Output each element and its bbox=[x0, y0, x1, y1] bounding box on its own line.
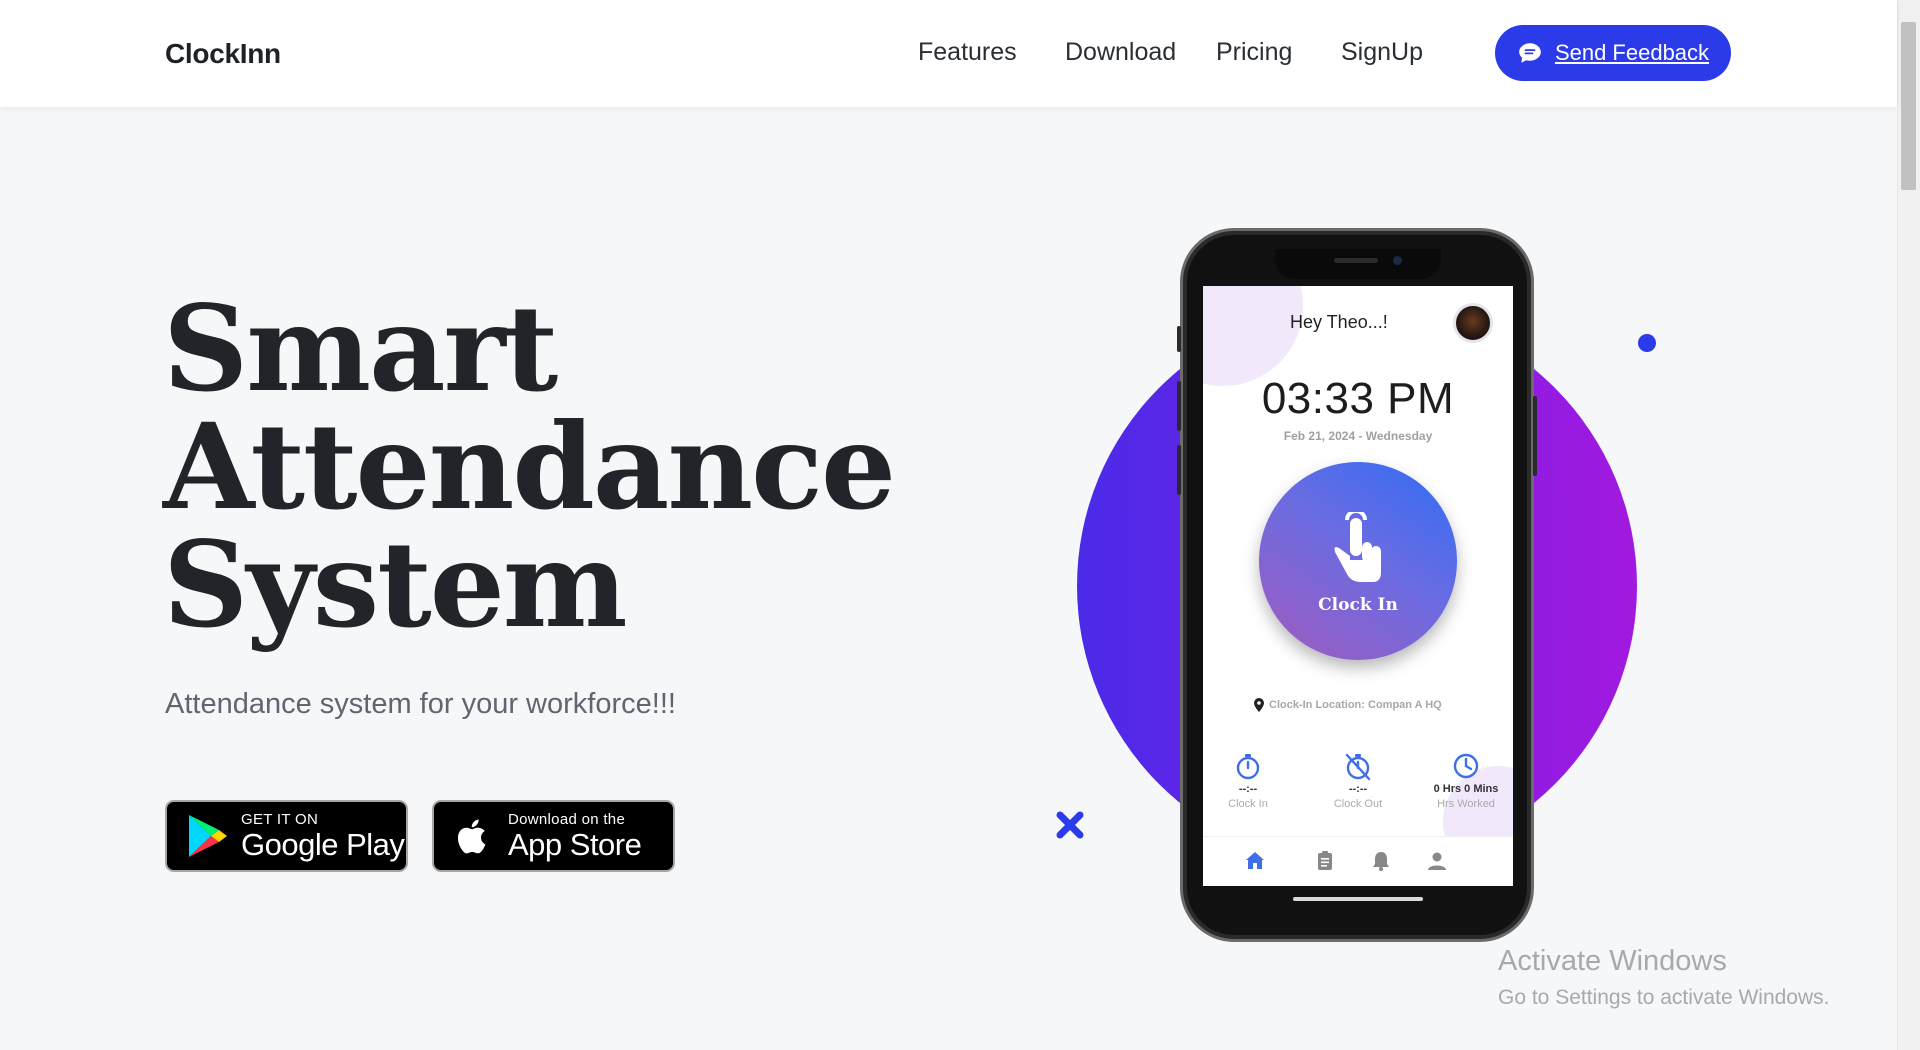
hero-title-line-3: System bbox=[163, 515, 628, 654]
stat-hours-worked-caption: Hrs Worked bbox=[1437, 798, 1495, 810]
clock-icon bbox=[1453, 753, 1479, 779]
nav-link-signup[interactable]: SignUp bbox=[1341, 38, 1423, 67]
phone-mockup: Hey Theo...! 03:33 PM Feb 21, 2024 - Wed… bbox=[1177, 228, 1537, 942]
phone-side-button bbox=[1533, 396, 1537, 476]
decorative-dot bbox=[1638, 334, 1656, 352]
stopwatch-icon bbox=[1236, 754, 1260, 780]
clock-in-location-text: Clock-In Location: Compan A HQ bbox=[1269, 699, 1442, 711]
screen-decor-blob bbox=[1203, 286, 1303, 386]
phone-side-button bbox=[1177, 326, 1181, 352]
app-greeting: Hey Theo...! bbox=[1290, 312, 1388, 332]
hero-subtitle: Attendance system for your workforce!!! bbox=[165, 688, 676, 720]
stat-clock-in: --:-- Clock In bbox=[1203, 751, 1293, 810]
windows-activation-title: Activate Windows bbox=[1498, 945, 1727, 977]
clipboard-icon[interactable] bbox=[1313, 849, 1337, 873]
app-tab-bar bbox=[1203, 836, 1513, 886]
chat-bubble-icon bbox=[1519, 43, 1541, 63]
apple-icon bbox=[457, 819, 486, 854]
stat-hours-worked-value: 0 Hrs 0 Mins bbox=[1433, 783, 1499, 795]
nav-link-pricing[interactable]: Pricing bbox=[1216, 38, 1292, 67]
stopwatch-off-icon bbox=[1345, 753, 1371, 781]
app-clock-date: Feb 21, 2024 - Wednesday bbox=[1283, 429, 1433, 443]
decorative-x-icon bbox=[1056, 811, 1084, 839]
send-feedback-button[interactable]: Send Feedback bbox=[1495, 25, 1731, 81]
windows-activation-subtitle: Go to Settings to activate Windows. bbox=[1498, 986, 1830, 1009]
google-play-button[interactable]: GET IT ON Google Play bbox=[165, 800, 408, 872]
app-screen: Hey Theo...! 03:33 PM Feb 21, 2024 - Wed… bbox=[1203, 286, 1513, 886]
app-store-big-text: App Store bbox=[508, 826, 642, 862]
location-pin-icon bbox=[1254, 698, 1264, 712]
nav-link-download[interactable]: Download bbox=[1065, 38, 1176, 67]
google-play-icon bbox=[189, 815, 227, 857]
stat-hours-worked: 0 Hrs 0 Mins Hrs Worked bbox=[1421, 751, 1511, 810]
clock-in-location: Clock-In Location: Compan A HQ bbox=[1253, 698, 1442, 712]
hero-title: Smart Attendance System bbox=[163, 279, 896, 654]
nav-link-features[interactable]: Features bbox=[918, 38, 1017, 67]
app-store-button[interactable]: Download on the App Store bbox=[432, 800, 675, 872]
stat-clock-out: --:-- Clock Out bbox=[1313, 751, 1403, 810]
app-clock-time: 03:33 PM bbox=[1261, 374, 1455, 423]
clock-in-label: Clock In bbox=[1318, 595, 1398, 615]
phone-notch bbox=[1275, 249, 1441, 279]
google-play-big-text: Google Play bbox=[241, 826, 405, 862]
phone-camera bbox=[1393, 256, 1402, 265]
bell-icon[interactable] bbox=[1369, 849, 1393, 873]
tap-hand-icon bbox=[1334, 512, 1381, 582]
google-play-small-text: GET IT ON bbox=[241, 810, 319, 828]
avatar[interactable] bbox=[1453, 303, 1493, 343]
stat-clock-in-caption: Clock In bbox=[1228, 798, 1268, 810]
scrollbar-thumb[interactable] bbox=[1901, 22, 1916, 190]
phone-home-indicator bbox=[1293, 897, 1423, 901]
phone-side-button bbox=[1177, 445, 1181, 495]
stat-clock-out-caption: Clock Out bbox=[1333, 798, 1383, 810]
app-store-small-text: Download on the bbox=[508, 810, 626, 828]
hero-title-line-1: Smart bbox=[163, 279, 558, 418]
navbar: ClockInn Features Download Pricing SignU… bbox=[0, 0, 1897, 107]
phone-side-button bbox=[1177, 381, 1181, 431]
send-feedback-label: Send Feedback bbox=[1554, 40, 1710, 65]
brand-logo[interactable]: ClockInn bbox=[165, 38, 281, 70]
hero-title-line-2: Attendance bbox=[163, 397, 896, 536]
clock-in-button[interactable]: Clock In bbox=[1259, 462, 1457, 660]
page-scrollbar[interactable] bbox=[1897, 0, 1920, 1050]
user-icon[interactable] bbox=[1425, 849, 1449, 873]
stat-clock-out-value: --:-- bbox=[1348, 783, 1368, 795]
home-icon[interactable] bbox=[1243, 849, 1267, 873]
phone-speaker bbox=[1334, 258, 1378, 263]
stat-clock-in-value: --:-- bbox=[1238, 783, 1258, 795]
